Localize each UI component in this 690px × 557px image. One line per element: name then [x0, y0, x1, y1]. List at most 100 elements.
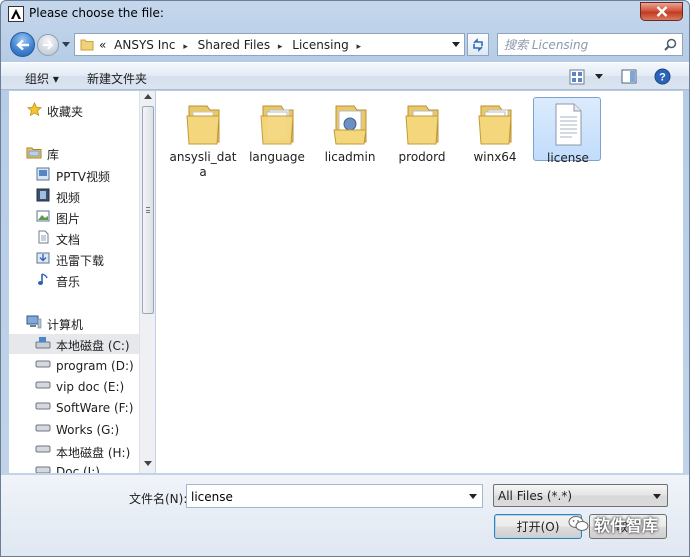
recent-locations-icon[interactable]: [62, 42, 70, 47]
file-open-dialog: Please choose the file: « ANSYS Inc ▸ Sh…: [0, 0, 690, 557]
scrollbar-thumb[interactable]: [142, 106, 154, 314]
crumb-licensing[interactable]: Licensing: [292, 38, 348, 52]
sidebar-item-label: 迅雷下载: [56, 254, 105, 268]
file-item-prodord[interactable]: prodord: [388, 97, 456, 177]
watermark: 软件智库: [568, 509, 658, 539]
star-icon: [27, 102, 42, 117]
organize-menu-button[interactable]: 组织 ▾: [25, 70, 59, 87]
sidebar-item-label: 图片: [56, 212, 81, 226]
sidebar-item-libraries[interactable]: 库: [9, 143, 139, 163]
file-item-license[interactable]: license: [533, 97, 601, 165]
view-options-icon[interactable]: [569, 69, 585, 85]
preview-pane-icon[interactable]: [621, 69, 637, 84]
search-input[interactable]: [504, 37, 660, 53]
library-icon: [26, 147, 42, 159]
sidebar-item-label: Works (G:): [56, 423, 120, 437]
navigation-row: « ANSYS Inc ▸ Shared Files ▸ Licensing ▸: [1, 29, 689, 61]
sidebar-item-drive-c[interactable]: 本地磁盘 (C:): [9, 334, 139, 354]
command-bar: 组织 ▾ 新建文件夹 ?: [1, 62, 689, 90]
sidebar-item-drive-d[interactable]: program (D:): [9, 356, 139, 376]
drive-icon: [35, 381, 51, 389]
sidebar-item-pictures[interactable]: 图片: [9, 207, 139, 227]
sidebar-item-label: SoftWare (F:): [56, 401, 134, 415]
close-button[interactable]: [640, 2, 683, 21]
film-icon: [36, 188, 50, 202]
scroll-up-icon[interactable]: [144, 94, 152, 99]
new-folder-button[interactable]: 新建文件夹: [87, 70, 147, 87]
document-icon: [555, 103, 582, 146]
crumb-separator[interactable]: ▸: [278, 42, 283, 52]
folder-icon: [80, 39, 94, 51]
ansys-logo-icon: [8, 6, 24, 22]
sidebar-item-videos[interactable]: 视频: [9, 186, 139, 206]
folder-icon: [405, 105, 439, 145]
file-name: licadmin: [324, 150, 376, 164]
wechat-logo-icon: [568, 516, 589, 531]
sidebar-item-drive-i[interactable]: Doc (I:): [9, 462, 139, 473]
filename-label: 文件名(N):: [129, 492, 188, 506]
download-folder-icon: [36, 252, 50, 264]
sidebar-item-label: 文档: [56, 233, 81, 247]
watermark-text: 软件智库: [594, 516, 659, 535]
drive-icon: [35, 402, 51, 410]
sidebar-item-label: Doc (I:): [56, 465, 100, 473]
sidebar-item-pptv[interactable]: PPTV视频: [9, 165, 139, 185]
sidebar-item-drive-e[interactable]: vip doc (E:): [9, 377, 139, 397]
file-item-licadmin[interactable]: licadmin: [316, 97, 384, 177]
address-bar[interactable]: « ANSYS Inc ▸ Shared Files ▸ Licensing ▸: [74, 33, 465, 56]
folder-icon: [478, 105, 512, 145]
grip-icon: [146, 207, 150, 213]
forward-button[interactable]: [37, 34, 59, 56]
help-icon[interactable]: ?: [654, 68, 671, 85]
sidebar-item-label: 本地磁盘 (H:): [56, 446, 131, 460]
file-item-winx64[interactable]: winx64: [461, 97, 529, 177]
sidebar-item-favorites[interactable]: 收藏夹: [9, 100, 139, 120]
chevron-down-icon[interactable]: [469, 494, 477, 499]
folder-icon: [333, 105, 367, 145]
crumb-shared-files[interactable]: Shared Files: [198, 38, 270, 52]
file-list-pane: ansysli_data language licadmin prodord w…: [156, 91, 683, 473]
video-library-icon: [36, 167, 50, 181]
filename-field[interactable]: [191, 489, 461, 505]
refresh-button[interactable]: [467, 33, 489, 56]
document-icon: [38, 230, 49, 244]
sidebar-item-label: 收藏夹: [47, 105, 84, 119]
arrow-right-icon: [43, 40, 54, 50]
drive-icon: [35, 424, 51, 432]
computer-icon: [26, 315, 42, 329]
file-item-ansysli-data[interactable]: ansysli_data: [169, 97, 237, 179]
sidebar-item-music[interactable]: 音乐: [9, 270, 139, 290]
filetype-select[interactable]: All Files (*.*): [493, 484, 668, 507]
crumb-ansys-inc[interactable]: ANSYS Inc: [114, 38, 175, 52]
file-item-language[interactable]: language: [243, 97, 311, 177]
sidebar-item-drive-g[interactable]: Works (G:): [9, 420, 139, 440]
navigation-scrollbar[interactable]: [139, 91, 155, 473]
title-bar: Please choose the file:: [1, 1, 689, 29]
crumb-overflow[interactable]: «: [99, 38, 106, 52]
arrow-left-icon: [15, 39, 29, 50]
sidebar-item-drive-h[interactable]: 本地磁盘 (H:): [9, 441, 139, 461]
music-note-icon: [38, 273, 48, 285]
sidebar-item-label: vip doc (E:): [56, 380, 125, 394]
crumb-separator[interactable]: ▸: [183, 42, 188, 52]
sidebar-item-computer[interactable]: 计算机: [9, 313, 139, 333]
sidebar-item-label: 音乐: [56, 275, 81, 289]
refresh-icon: [473, 37, 483, 52]
close-icon: [656, 6, 667, 17]
sidebar-item-label: 库: [47, 148, 60, 162]
chevron-down-icon[interactable]: [452, 42, 460, 47]
sidebar-item-documents[interactable]: 文档: [9, 228, 139, 248]
folder-icon: [186, 105, 220, 145]
navigation-pane: 收藏夹 库 PPTV视频 视频 图片 文档 迅雷下载 音乐 计算机 本地磁盘 (…: [9, 91, 155, 473]
sidebar-item-downloads[interactable]: 迅雷下载: [9, 249, 139, 269]
chevron-down-icon[interactable]: [595, 74, 603, 79]
search-icon[interactable]: [664, 38, 677, 51]
sidebar-item-drive-f[interactable]: SoftWare (F:): [9, 398, 139, 418]
back-button[interactable]: [10, 32, 35, 57]
file-name: ansysli_data: [169, 150, 237, 179]
search-box[interactable]: [497, 33, 683, 56]
filename-combobox[interactable]: [186, 484, 483, 508]
folder-icon: [260, 105, 294, 145]
scroll-down-icon[interactable]: [144, 461, 152, 466]
crumb-separator[interactable]: ▸: [357, 42, 362, 52]
